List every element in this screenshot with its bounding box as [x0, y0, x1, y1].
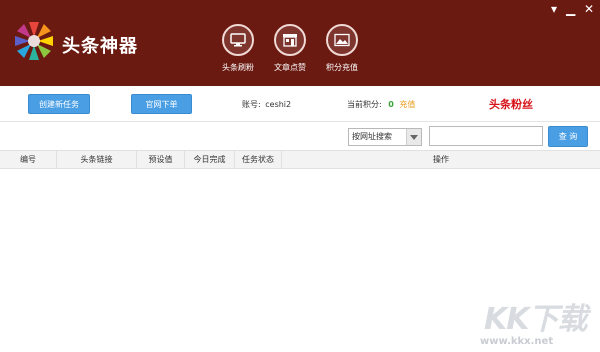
- nav-item-article-like[interactable]: 文章点赞: [266, 24, 314, 73]
- official-order-button[interactable]: 官网下单: [131, 94, 192, 114]
- points-label: 当前积分:: [347, 100, 382, 109]
- search-type-value: 按网址搜索: [352, 132, 392, 141]
- storefront-icon: [274, 24, 306, 56]
- column-header-link: 头条链接: [57, 151, 137, 168]
- points-info: 当前积分: 0 充值: [347, 99, 415, 110]
- close-icon[interactable]: ✕: [584, 3, 594, 15]
- column-header-today-done: 今日完成: [185, 151, 235, 168]
- column-header-status: 任务状态: [235, 151, 282, 168]
- minimize-icon[interactable]: ▁: [566, 3, 575, 15]
- app-logo-icon: [15, 22, 53, 60]
- column-header-preset: 预设值: [137, 151, 185, 168]
- nav-label: 积分充值: [326, 63, 358, 72]
- search-button[interactable]: 查 询: [548, 126, 588, 147]
- watermark-url: www.kkx.net: [480, 336, 554, 347]
- divider: [0, 121, 600, 122]
- nav-label: 文章点赞: [274, 63, 306, 72]
- search-input[interactable]: [429, 126, 543, 146]
- account-label: 账号:: [242, 100, 261, 109]
- monitor-icon: [222, 24, 254, 56]
- menu-dropdown-icon[interactable]: ▾: [551, 3, 557, 15]
- nav-label: 头条刷粉: [222, 63, 254, 72]
- table-header: 编号 头条链接 预设值 今日完成 任务状态 操作: [0, 150, 600, 169]
- account-info: 账号: ceshi2: [242, 99, 291, 110]
- landscape-image-icon: [326, 24, 358, 56]
- column-header-actions: 操作: [433, 155, 449, 164]
- app-title: 头条神器: [62, 36, 138, 57]
- nav-item-toutiao-fans[interactable]: 头条刷粉: [214, 24, 262, 73]
- create-task-button[interactable]: 创建新任务: [28, 94, 90, 114]
- points-value: 0: [388, 100, 394, 109]
- account-value: ceshi2: [265, 100, 292, 109]
- chevron-down-icon: [406, 129, 421, 145]
- toutiao-fans-title: 头条粉丝: [489, 98, 533, 111]
- search-type-select[interactable]: 按网址搜索: [348, 128, 422, 146]
- title-bar: 头条神器 ▾ ▁ ✕ 头条刷粉 文章点赞 积分充值: [0, 0, 600, 86]
- watermark-logo: KK下载: [484, 302, 587, 337]
- nav-item-points-recharge[interactable]: 积分充值: [318, 24, 366, 73]
- recharge-link[interactable]: 充值: [399, 100, 415, 109]
- column-header-id: 编号: [0, 151, 57, 168]
